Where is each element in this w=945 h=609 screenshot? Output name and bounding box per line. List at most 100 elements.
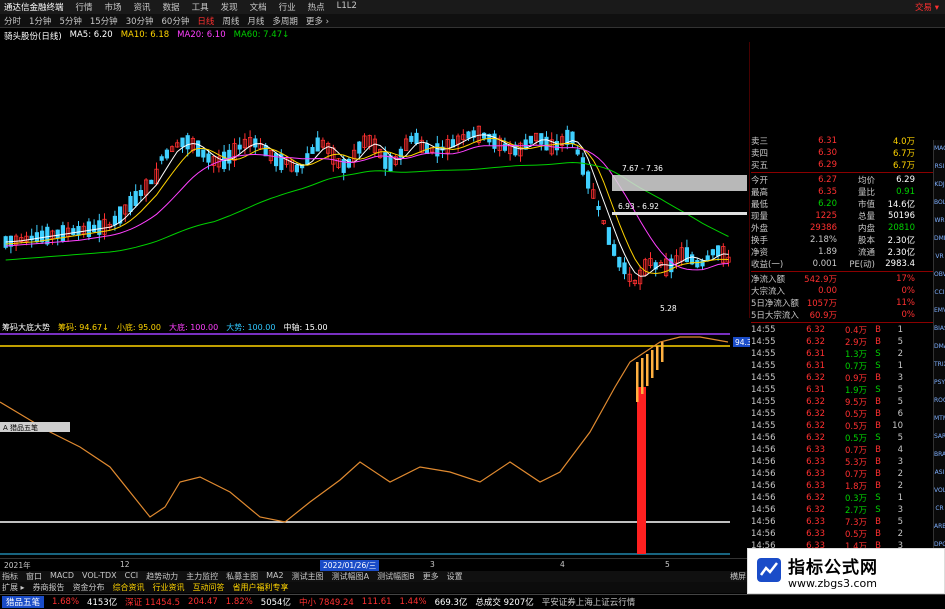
sidebar-indicator-sar[interactable]: SAR xyxy=(934,428,945,446)
indicator-tab-2[interactable]: MACD xyxy=(50,571,74,582)
period-2[interactable]: 5分钟 xyxy=(59,15,81,27)
tick-cell: 6.33 xyxy=(806,517,825,527)
tick-row: 14:55 6.31 1.9万 S 5 xyxy=(751,384,933,396)
sidebar-indicator-arbr[interactable]: ARBR xyxy=(934,518,945,536)
order-book-row: 买五 6.29 6.7万 xyxy=(751,159,933,171)
period-1[interactable]: 1分钟 xyxy=(29,15,51,27)
indicator-tab-3[interactable]: VOL-TDX xyxy=(82,571,117,582)
indicator-tab-9[interactable]: 测试主图 xyxy=(292,571,324,582)
sidebar-indicator-cci[interactable]: CCI xyxy=(934,284,945,302)
tick-row: 14:55 6.32 0.5万 B 6 xyxy=(751,408,933,420)
indicator-tabs: 指标 窗口 MACD VOL-TDX CCI 趋势动力 主力监控 私募主图 MA2 测试主图 测试幅… xyxy=(0,571,760,582)
indicator-tab-10[interactable]: 测试幅图A xyxy=(332,571,369,582)
landscape-toggle[interactable]: 横屏 xyxy=(730,571,746,582)
indicator-tab-1[interactable]: 窗口 xyxy=(26,571,42,582)
flow-row-cell: 17% xyxy=(896,274,915,284)
period-9[interactable]: 多周期 xyxy=(272,15,298,27)
menu-item-5[interactable]: 发现 xyxy=(221,1,238,13)
period-0[interactable]: 分时 xyxy=(4,15,21,27)
tick-row: 14:55 6.32 0.5万 B 10 xyxy=(751,420,933,432)
candle-body xyxy=(149,179,154,185)
status-badge[interactable]: 猎品五笔 xyxy=(2,596,45,608)
tick-row: 14:56 6.32 0.5万 S 5 xyxy=(751,432,933,444)
sidebar-indicator-vr[interactable]: VR xyxy=(934,248,945,266)
indicator-tab-0[interactable]: 指标 xyxy=(2,571,18,582)
candle-body xyxy=(45,226,50,245)
menu-item-8[interactable]: 热点 xyxy=(308,1,325,13)
menu-item-6[interactable]: 文档 xyxy=(250,1,267,13)
sidebar-indicator-asi[interactable]: ASI xyxy=(934,464,945,482)
sidebar-indicator-bias[interactable]: BIAS xyxy=(934,320,945,338)
stat-row-cell: 收益(一) xyxy=(751,260,784,270)
sidebar-indicator-boll[interactable]: BOLL xyxy=(934,194,945,212)
indicator-tab-11[interactable]: 测试幅图B xyxy=(377,571,415,582)
tick-row: 14:56 6.33 0.7万 B 2 xyxy=(751,468,933,480)
stat-row-cell: 内盘 xyxy=(857,224,875,234)
sidebar-indicator-trix[interactable]: TRIX xyxy=(934,356,945,374)
indicator-tab-13[interactable]: 设置 xyxy=(447,571,463,582)
candle-body xyxy=(414,132,419,144)
sidebar-indicator-rsi[interactable]: RSI xyxy=(934,158,945,176)
sidebar-indicator-emv[interactable]: EMV xyxy=(934,302,945,320)
indicator-tab-4[interactable]: CCI xyxy=(125,571,139,582)
period-5[interactable]: 60分钟 xyxy=(162,15,190,27)
trade-menu[interactable]: 交易 ▾ xyxy=(915,1,939,13)
date-label-1: 12 xyxy=(120,560,130,569)
candlestick-chart[interactable]: 7.67 - 7.36 6.93 - 6.92 5.28 8.007.507.0… xyxy=(0,42,750,318)
sidebar-indicator-cr[interactable]: CR xyxy=(934,500,945,518)
info-link-6[interactable]: 省用户福利专享 xyxy=(233,582,289,593)
menu-item-0[interactable]: 行情 xyxy=(76,1,93,13)
menu-item-2[interactable]: 资讯 xyxy=(134,1,151,13)
sidebar-indicator-brar[interactable]: BRAR xyxy=(934,446,945,464)
indicator-tab-6[interactable]: 主力监控 xyxy=(186,571,218,582)
stat-row-cell: 0.001 xyxy=(812,259,837,269)
info-link-3[interactable]: 综合资讯 xyxy=(113,582,145,593)
menu-item-9[interactable]: L1L2 xyxy=(337,1,357,13)
sidebar-indicator-obv[interactable]: OBV xyxy=(934,266,945,284)
info-link-0[interactable]: 扩展 ▸ xyxy=(2,582,25,593)
info-link-4[interactable]: 行业资讯 xyxy=(153,582,185,593)
tick-cell: 14:55 xyxy=(751,373,776,383)
menu-item-7[interactable]: 行业 xyxy=(279,1,296,13)
flow-row-cell: 11% xyxy=(896,298,915,308)
period-4[interactable]: 30分钟 xyxy=(126,15,154,27)
sidebar-indicator-vol[interactable]: VOL xyxy=(934,482,945,500)
sidebar-indicator-roc[interactable]: ROC xyxy=(934,392,945,410)
period-8[interactable]: 月线 xyxy=(247,15,264,27)
sidebar-indicator-wr[interactable]: WR xyxy=(934,212,945,230)
period-10[interactable]: 更多 › xyxy=(306,15,329,27)
period-3[interactable]: 15分钟 xyxy=(90,15,118,27)
sidebar-indicator-kdj[interactable]: KDJ xyxy=(934,176,945,194)
sidebar-indicator-psy[interactable]: PSY xyxy=(934,374,945,392)
indicator-tab-7[interactable]: 私募主图 xyxy=(226,571,258,582)
info-link-1[interactable]: 券商报告 xyxy=(33,582,65,593)
tick-cell: 6.31 xyxy=(806,385,825,395)
info-link-5[interactable]: 互动问答 xyxy=(193,582,225,593)
flow-row-cell: 60.9万 xyxy=(809,311,837,321)
resistance-box-2 xyxy=(612,212,747,215)
tick-row: 14:55 6.31 1.3万 S 2 xyxy=(751,348,933,360)
menu-item-4[interactable]: 工具 xyxy=(192,1,209,13)
sidebar-indicator-mtm[interactable]: MTM xyxy=(934,410,945,428)
menu-item-3[interactable]: 数据 xyxy=(163,1,180,13)
status-item-6: 中小 7849.24 xyxy=(298,598,354,608)
sidebar-indicator-dma[interactable]: DMA xyxy=(934,338,945,356)
indicator-chart[interactable]: A 猎品五笔 94.35 100.0090.0080.0070.0060.005… xyxy=(0,332,750,558)
tick-cell: 6.32 xyxy=(806,325,825,335)
info-link-2[interactable]: 资金分布 xyxy=(73,582,105,593)
tick-cell: 9.5万 xyxy=(844,398,867,408)
indicator-tab-12[interactable]: 更多 xyxy=(423,571,439,582)
tick-cell: 5 xyxy=(897,397,903,407)
period-7[interactable]: 周线 xyxy=(222,15,239,27)
status-item-3: 204.47 xyxy=(188,597,218,607)
candle-body xyxy=(138,190,143,196)
period-6[interactable]: 日线 xyxy=(197,15,214,27)
sidebar-indicator-macd[interactable]: MACD xyxy=(934,140,945,158)
stat-row-cell: 最低 xyxy=(751,200,769,210)
indicator-tab-5[interactable]: 趋势动力 xyxy=(146,571,178,582)
tick-cell: 2 xyxy=(897,529,903,539)
sidebar-indicator-dmi[interactable]: DMI xyxy=(934,230,945,248)
quote-panel: 卖三 6.31 4.0万 卖四 6.30 6.7万 买五 6.29 6.7万 今开 6.27 均价 6… xyxy=(751,135,933,555)
menu-item-1[interactable]: 市场 xyxy=(105,1,122,13)
indicator-tab-8[interactable]: MA2 xyxy=(266,571,283,582)
